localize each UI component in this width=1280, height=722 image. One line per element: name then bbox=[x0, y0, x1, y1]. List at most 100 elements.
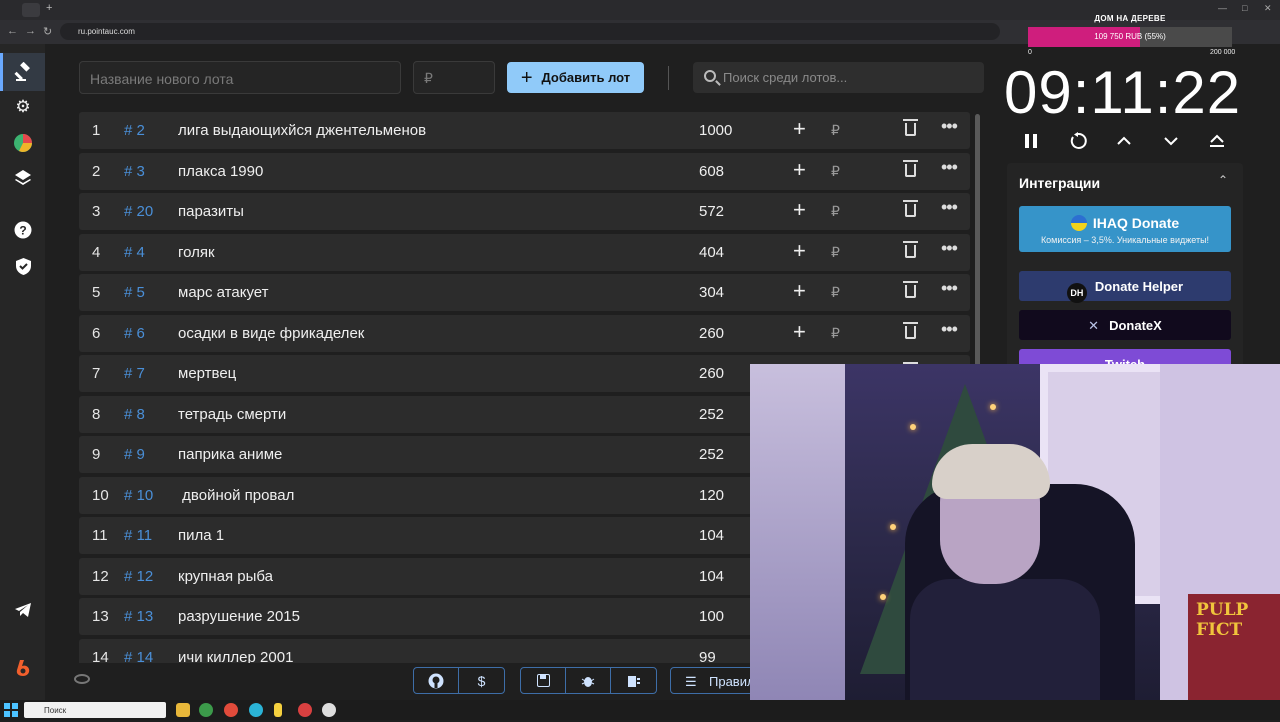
pie-chart-icon[interactable] bbox=[11, 131, 35, 155]
browser-tab[interactable] bbox=[22, 3, 40, 17]
lot-name[interactable]: ичи киллер 2001 bbox=[178, 649, 293, 664]
obs-icon[interactable] bbox=[298, 703, 312, 717]
trash-icon[interactable] bbox=[903, 119, 918, 136]
lot-position: 4 bbox=[92, 243, 101, 261]
maximize-icon[interactable]: □ bbox=[1242, 3, 1247, 13]
chevron-down-icon[interactable] bbox=[1159, 129, 1183, 153]
telegram-icon[interactable] bbox=[11, 598, 35, 622]
windows-start-icon[interactable] bbox=[4, 703, 18, 717]
lot-amount: 120 bbox=[699, 486, 725, 504]
trash-icon[interactable] bbox=[903, 321, 918, 339]
lot-name[interactable]: голяк bbox=[178, 244, 215, 261]
save-icon[interactable] bbox=[521, 668, 566, 693]
lot-name[interactable]: марс атакует bbox=[178, 284, 269, 301]
eye-icon[interactable] bbox=[74, 674, 90, 684]
lot-name[interactable]: двойной провал bbox=[178, 487, 294, 504]
lot-row[interactable]: 6 # 6 осадки в виде фрикаделек 260 + ₽ ••• bbox=[79, 314, 970, 352]
double-up-icon[interactable] bbox=[1205, 129, 1229, 153]
lot-row[interactable]: 2 # 3 плакса 1990 608 + ₽ ••• bbox=[79, 152, 970, 190]
file-explorer-icon[interactable] bbox=[176, 703, 190, 717]
github-icon[interactable] bbox=[414, 668, 459, 693]
currency-input[interactable]: ₽ bbox=[831, 244, 840, 261]
lot-row[interactable]: 1 # 2 лига выдающихйся джентельменов 1000 + ₽… bbox=[79, 112, 970, 149]
donate-helper-button[interactable]: DH Donate Helper bbox=[1019, 271, 1231, 303]
clear-list-icon[interactable] bbox=[611, 668, 656, 693]
lot-name[interactable]: мертвец bbox=[178, 365, 236, 382]
more-options-icon[interactable]: ••• bbox=[941, 319, 958, 340]
reset-icon[interactable] bbox=[1066, 129, 1090, 153]
lot-id: # 4 bbox=[124, 243, 145, 261]
rules-button[interactable]: ☰ Правил bbox=[670, 667, 760, 694]
lot-name[interactable]: разрушение 2015 bbox=[178, 608, 300, 625]
lot-name[interactable]: лига выдающихйся джентельменов bbox=[178, 122, 426, 139]
browser-icon[interactable] bbox=[249, 703, 263, 717]
add-amount-icon[interactable]: + bbox=[793, 320, 806, 343]
shield-icon[interactable] bbox=[11, 254, 35, 278]
close-icon[interactable]: ✕ bbox=[1264, 3, 1272, 14]
lot-name[interactable]: осадки в виде фрикаделек bbox=[178, 325, 364, 342]
app-icon[interactable] bbox=[322, 703, 336, 717]
lot-name[interactable]: крупная рыба bbox=[178, 568, 273, 585]
lot-row[interactable]: 4 # 4 голяк 404 + ₽ ••• bbox=[79, 233, 970, 271]
trash-icon[interactable] bbox=[903, 240, 918, 258]
gavel-icon[interactable] bbox=[0, 53, 45, 91]
lot-name[interactable]: паприка аниме bbox=[178, 446, 282, 463]
add-amount-icon[interactable]: + bbox=[793, 280, 806, 302]
more-options-icon[interactable]: ••• bbox=[941, 278, 958, 299]
new-tab-button[interactable]: + bbox=[46, 2, 52, 14]
more-options-icon[interactable]: ••• bbox=[941, 157, 958, 178]
streamer-hair bbox=[932, 444, 1050, 499]
ihaq-donate-button[interactable]: IHAQ Donate Комиссия – 3,5%. Уникальные … bbox=[1019, 206, 1231, 252]
currency-input[interactable]: ₽ bbox=[831, 163, 840, 180]
lot-search-input[interactable]: Поиск среди лотов... bbox=[693, 62, 984, 93]
bug-icon[interactable] bbox=[566, 668, 611, 693]
forward-icon[interactable]: → bbox=[25, 25, 36, 37]
more-options-icon[interactable]: ••• bbox=[941, 116, 958, 137]
lot-row[interactable]: 3 # 20 паразиты 572 + ₽ ••• bbox=[79, 193, 970, 230]
new-lot-name-input[interactable]: Название нового лота bbox=[79, 61, 401, 94]
app-icon[interactable] bbox=[274, 703, 282, 717]
reload-icon[interactable]: ↻ bbox=[43, 25, 52, 38]
boosty-icon[interactable] bbox=[11, 656, 35, 680]
pause-icon[interactable] bbox=[1019, 129, 1043, 153]
new-lot-price-input[interactable]: ₽ bbox=[413, 61, 495, 94]
taskbar-search-input[interactable]: Поиск bbox=[24, 702, 166, 718]
add-amount-icon[interactable]: + bbox=[793, 158, 806, 181]
currency-input[interactable]: ₽ bbox=[831, 325, 840, 342]
currency-input[interactable]: ₽ bbox=[831, 284, 840, 301]
add-amount-icon[interactable]: + bbox=[793, 118, 806, 140]
trash-icon[interactable] bbox=[903, 200, 918, 217]
lot-name[interactable]: паразиты bbox=[178, 203, 244, 220]
help-icon[interactable]: ? bbox=[11, 218, 35, 242]
lot-row[interactable]: 5 # 5 марс атакует 304 + ₽ ••• bbox=[79, 274, 970, 311]
add-lot-label: Добавить лот bbox=[541, 70, 631, 85]
donatex-button[interactable]: ✕ DonateX bbox=[1019, 310, 1231, 340]
layers-icon[interactable] bbox=[11, 166, 35, 190]
currency-input[interactable]: ₽ bbox=[831, 203, 840, 220]
lot-name[interactable]: тетрадь смерти bbox=[178, 406, 286, 423]
add-lot-button[interactable]: + Добавить лот bbox=[507, 62, 644, 93]
more-options-icon[interactable]: ••• bbox=[941, 238, 958, 259]
divider bbox=[668, 66, 669, 90]
dollar-icon[interactable]: $ bbox=[459, 668, 504, 693]
lot-amount: 100 bbox=[699, 608, 725, 625]
lot-name[interactable]: плакса 1990 bbox=[178, 163, 263, 180]
minimize-icon[interactable]: — bbox=[1218, 3, 1227, 13]
currency-input[interactable]: ₽ bbox=[831, 122, 840, 139]
back-icon[interactable]: ← bbox=[7, 25, 18, 37]
chevron-up-icon[interactable] bbox=[1112, 129, 1136, 153]
gear-icon[interactable]: ⚙ bbox=[11, 95, 35, 119]
lot-name[interactable]: пила 1 bbox=[178, 527, 224, 544]
add-amount-icon[interactable]: + bbox=[793, 239, 806, 262]
search-icon bbox=[704, 70, 716, 82]
collapse-chevron-icon[interactable]: ⌃ bbox=[1218, 173, 1228, 187]
chrome-icon[interactable] bbox=[199, 703, 213, 717]
trash-icon[interactable] bbox=[903, 159, 918, 177]
lot-position: 7 bbox=[92, 365, 101, 382]
goal-max: 200 000 bbox=[1210, 49, 1236, 56]
more-options-icon[interactable]: ••• bbox=[941, 197, 958, 218]
url-field[interactable]: ru.pointauc.com bbox=[60, 23, 1000, 40]
add-amount-icon[interactable]: + bbox=[793, 199, 806, 221]
chrome-icon[interactable] bbox=[224, 703, 238, 717]
trash-icon[interactable] bbox=[903, 281, 918, 298]
